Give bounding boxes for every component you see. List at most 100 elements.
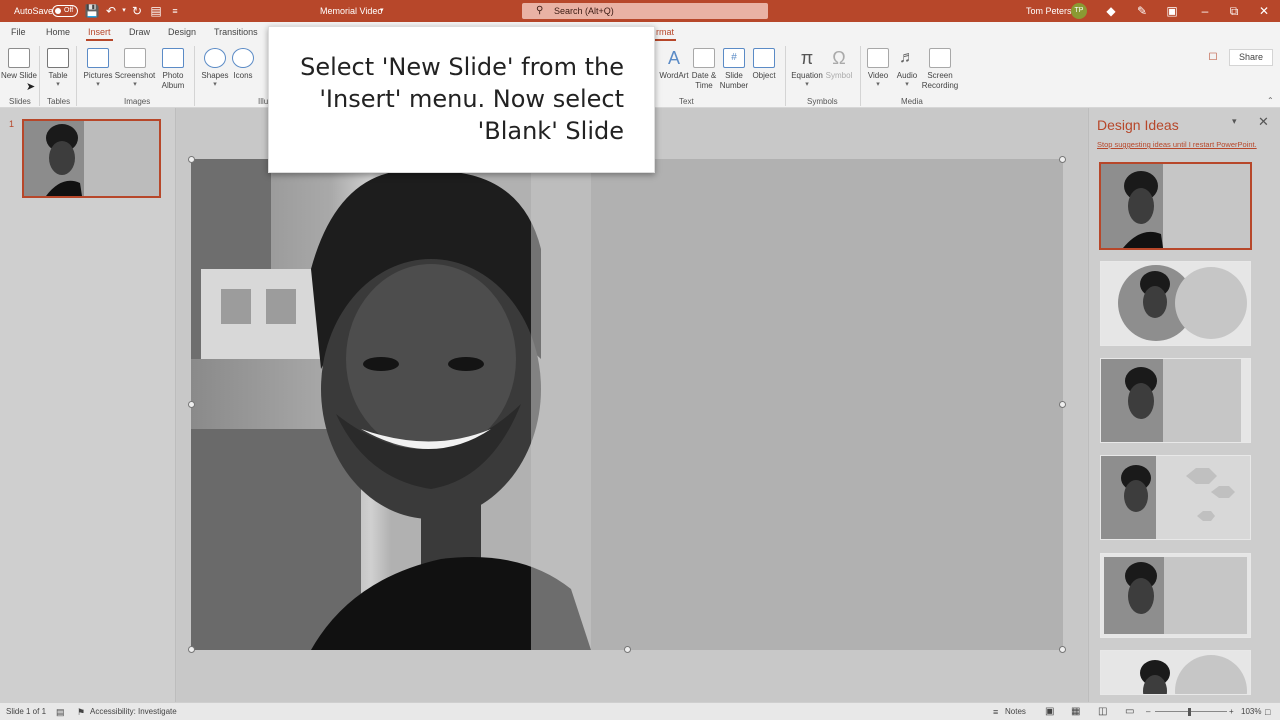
tab-transitions[interactable]: Transitions <box>214 27 258 37</box>
pictures-label: Pictures <box>83 71 113 80</box>
group-media-label: Media <box>901 97 923 106</box>
slide-count: Slide 1 of 1 <box>6 707 47 716</box>
object-button[interactable]: Object <box>745 48 783 81</box>
collapse-ribbon-icon[interactable]: ⌃ <box>1267 96 1274 105</box>
search-icon: ⚲ <box>536 5 544 16</box>
minimize-icon[interactable]: – <box>1197 3 1213 19</box>
autosave-state: Off <box>64 7 74 14</box>
zoom-slider[interactable] <box>1155 711 1227 712</box>
dropdown-icon: ▾ <box>96 81 100 88</box>
present-icon[interactable]: ▤ <box>148 3 164 19</box>
tab-draw[interactable]: Draw <box>129 27 150 37</box>
group-tables-label: Tables <box>47 97 71 106</box>
slide-thumbnail-number: 1 <box>9 119 15 129</box>
reading-view-icon[interactable]: ◫ <box>1098 703 1107 720</box>
tab-file[interactable]: File <box>11 27 26 37</box>
resize-handle[interactable] <box>188 646 195 653</box>
notes-icon[interactable]: ≡ <box>993 703 998 720</box>
icons-button[interactable]: Icons <box>225 48 261 81</box>
photo-album-icon <box>162 48 184 68</box>
zoom-out-icon[interactable]: – <box>1146 703 1150 720</box>
autosave-label: AutoSave <box>14 6 54 16</box>
new-slide-button[interactable]: New Slide <box>0 48 38 81</box>
accessibility-status[interactable]: Accessibility: Investigate <box>90 703 177 720</box>
user-name[interactable]: Tom Peters <box>1026 0 1072 22</box>
pane-options-icon[interactable]: ▾ <box>1232 116 1237 127</box>
autosave-toggle[interactable]: Off <box>52 5 78 17</box>
close-icon[interactable]: ✕ <box>1258 114 1269 130</box>
slide-thumbnail[interactable] <box>22 119 161 198</box>
spellcheck-icon[interactable]: ▤ <box>56 703 65 720</box>
instruction-text: Select 'New Slide' from the 'Insert' men… <box>300 53 624 145</box>
slide-sorter-icon[interactable]: ▦ <box>1071 703 1080 720</box>
tab-design[interactable]: Design <box>168 27 196 37</box>
resize-handle[interactable] <box>188 156 195 163</box>
design-idea-thumbnail[interactable] <box>1100 553 1251 638</box>
search-box[interactable]: ⚲ Search (Alt+Q) <box>522 3 768 19</box>
fit-to-window-icon[interactable]: □ <box>1265 703 1270 720</box>
calendar-icon <box>693 48 715 68</box>
zoom-slider-thumb[interactable] <box>1188 708 1191 716</box>
design-idea-thumbnail[interactable] <box>1099 162 1252 250</box>
tab-insert[interactable]: Insert <box>86 27 112 41</box>
group-illustrations-label: Illu <box>258 97 269 106</box>
screenshot-label: Screenshot <box>114 71 156 80</box>
design-idea-thumbnail[interactable] <box>1100 358 1251 443</box>
symbol-label: Symbol <box>825 71 853 80</box>
dropdown-icon: ▾ <box>56 81 60 88</box>
resize-handle[interactable] <box>1059 156 1066 163</box>
resize-handle[interactable] <box>624 646 631 653</box>
share-button[interactable]: Share <box>1229 49 1273 66</box>
screen-recording-button[interactable]: Screen Recording <box>918 48 962 91</box>
symbol-button[interactable]: Ω Symbol <box>819 48 859 81</box>
premium-diamond-icon[interactable]: ◆ <box>1103 3 1119 19</box>
pen-icon[interactable]: ✎ <box>1134 3 1150 19</box>
save-icon[interactable]: 💾 <box>84 3 100 19</box>
group-separator <box>785 46 786 106</box>
audio-label: Audio <box>896 71 918 80</box>
restore-icon[interactable]: ⧉ <box>1226 3 1242 19</box>
dropdown-icon: ▾ <box>133 81 137 88</box>
zoom-in-icon[interactable]: + <box>1229 703 1234 720</box>
zoom-level[interactable]: 103% <box>1241 703 1261 720</box>
avatar[interactable]: TP <box>1071 3 1087 19</box>
notes-button[interactable]: Notes <box>1005 703 1026 720</box>
resize-handle[interactable] <box>1059 401 1066 408</box>
table-button[interactable]: Table ▾ <box>38 48 78 89</box>
normal-view-icon[interactable]: ▣ <box>1045 703 1054 720</box>
design-ideas-title: Design Ideas <box>1097 117 1179 133</box>
ribbon-display-icon[interactable]: ▣ <box>1164 3 1180 19</box>
design-idea-thumbnail[interactable] <box>1100 261 1251 346</box>
design-idea-thumbnail[interactable] <box>1100 455 1251 540</box>
tab-format-fragment[interactable]: rmat <box>654 27 676 41</box>
pictures-button[interactable]: Pictures ▾ <box>78 48 118 89</box>
dropdown-icon: ▾ <box>805 81 809 88</box>
status-bar: Slide 1 of 1 ▤ ⚑ Accessibility: Investig… <box>0 702 1280 720</box>
portrait-photo[interactable] <box>191 159 1063 650</box>
design-idea-thumbnail[interactable] <box>1100 650 1251 695</box>
resize-handle[interactable] <box>188 401 195 408</box>
slide[interactable] <box>191 159 1063 650</box>
resize-handle[interactable] <box>1059 646 1066 653</box>
search-placeholder: Search (Alt+Q) <box>554 6 614 16</box>
film-icon <box>867 48 889 68</box>
comments-icon[interactable]: ☐ <box>1203 49 1223 66</box>
photo-album-button[interactable]: Photo Album <box>156 48 190 91</box>
icons-icon <box>232 48 254 68</box>
title-dropdown-icon[interactable]: ▾ <box>380 0 384 22</box>
slideshow-icon[interactable]: ▭ <box>1125 703 1134 720</box>
screenshot-button[interactable]: Screenshot ▾ <box>114 48 156 89</box>
group-slides-label: Slides <box>9 97 31 106</box>
close-icon[interactable]: ✕ <box>1256 3 1272 19</box>
redo-icon[interactable]: ↻ <box>129 3 145 19</box>
table-label: Table <box>48 71 68 80</box>
video-label: Video <box>867 71 889 80</box>
accessibility-icon[interactable]: ⚑ <box>77 703 85 720</box>
customize-toolbar-icon[interactable]: ≡ <box>167 3 183 19</box>
stop-suggesting-link[interactable]: Stop suggesting ideas until I restart Po… <box>1097 140 1257 149</box>
toggle-knob <box>55 8 61 14</box>
instruction-callout: Select 'New Slide' from the 'Insert' men… <box>268 26 655 173</box>
document-title[interactable]: Memorial Video <box>320 0 382 22</box>
tab-home[interactable]: Home <box>46 27 70 37</box>
new-slide-label: New Slide <box>0 71 37 80</box>
